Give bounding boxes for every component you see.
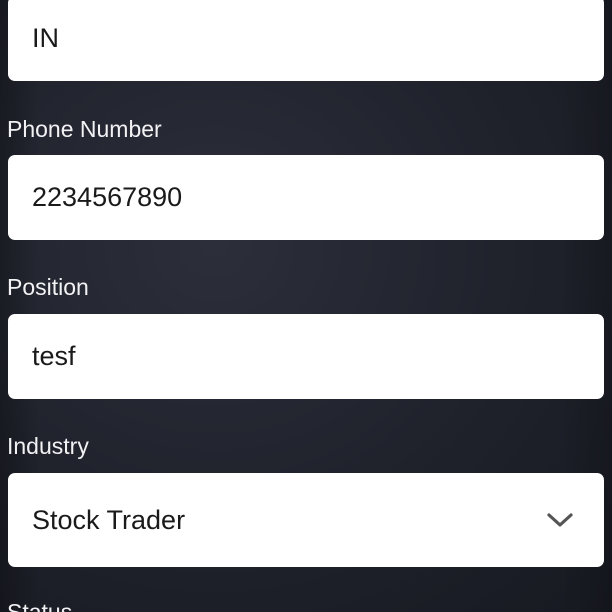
country-field[interactable]: IN (8, 0, 604, 81)
industry-label: Industry (7, 433, 89, 459)
position-value: tesf (32, 341, 76, 371)
country-value: IN (32, 23, 59, 53)
phone-number-label: Phone Number (7, 116, 162, 142)
phone-number-value: 2234567890 (32, 182, 183, 212)
position-field[interactable]: tesf (8, 314, 604, 399)
status-label: Status (7, 599, 73, 612)
industry-value: Stock Trader (32, 504, 186, 535)
position-label: Position (7, 274, 89, 300)
profile-form: IN Phone Number 2234567890 Position tesf… (0, 0, 612, 612)
chevron-down-icon[interactable] (546, 506, 574, 534)
industry-select[interactable]: Stock Trader (8, 473, 604, 567)
phone-number-field[interactable]: 2234567890 (8, 155, 604, 240)
